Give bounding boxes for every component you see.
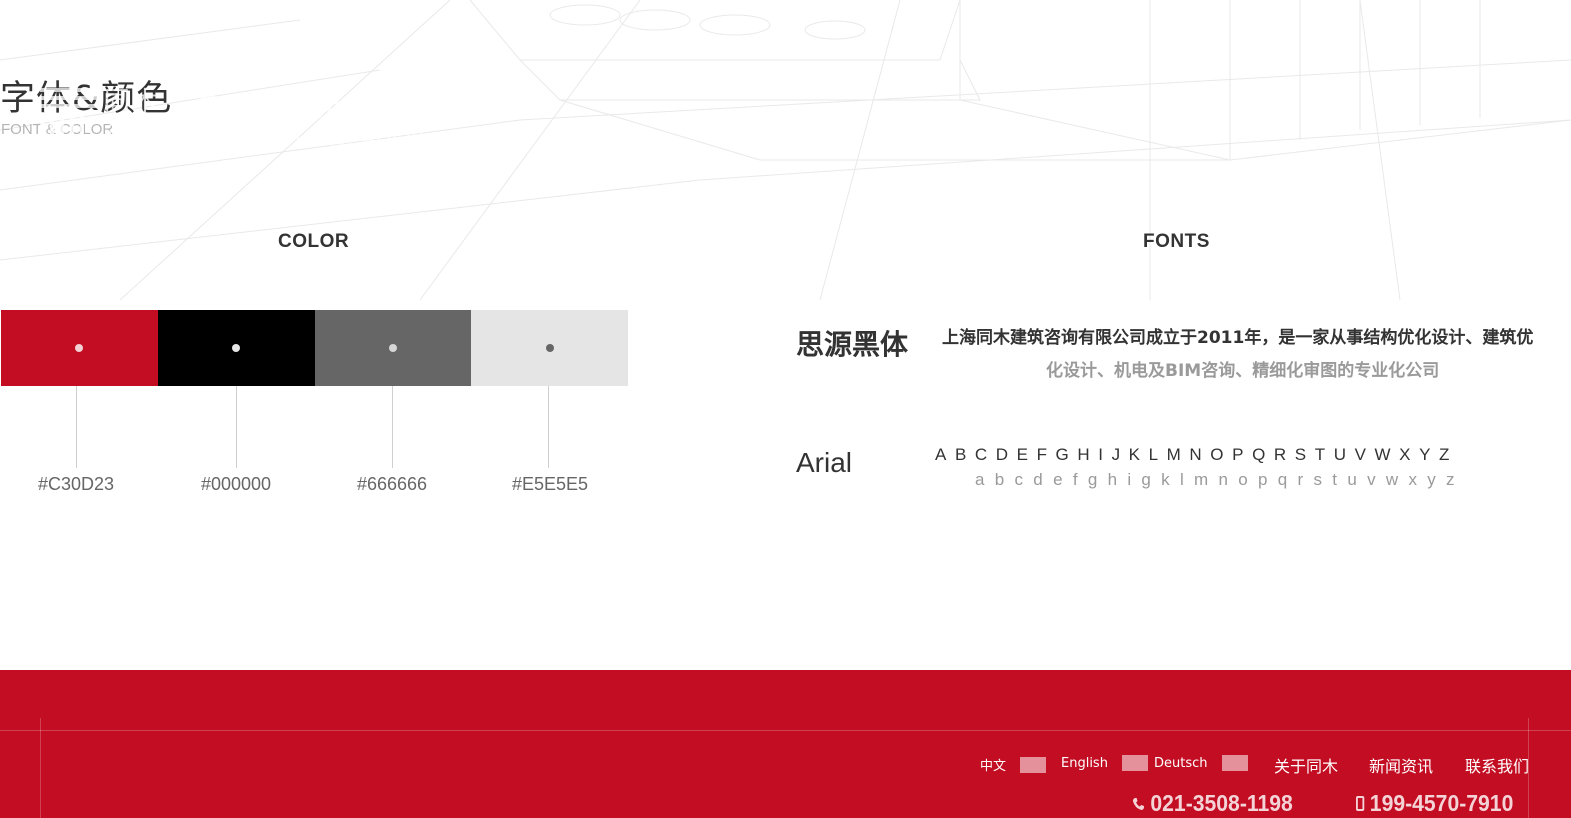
swatch-light-gray (471, 310, 628, 386)
phone-icon (1132, 797, 1144, 810)
nav-contact[interactable]: 联系我们 (1465, 753, 1529, 777)
flag-icon (1121, 755, 1148, 771)
language-german[interactable]: Deutsch (1154, 755, 1248, 771)
hex-code-light-gray: #E5E5E5 (511, 474, 589, 494)
clock-icon (198, 132, 216, 150)
slogan-rest: 博士后团队 (348, 93, 474, 122)
language-english[interactable]: English (1061, 755, 1148, 771)
hex-code-gray: #666666 (356, 474, 428, 494)
university-seal-icon (330, 131, 351, 151)
swatch-leader-line (76, 386, 77, 468)
swatch-leader-line (548, 386, 549, 468)
language-label[interactable]: 中文 (980, 755, 1006, 774)
cn-sample-line-2: 化设计、机电及BIM咨询、精细化审图的专业化公司 (1046, 361, 1440, 381)
swatch-black (157, 310, 315, 386)
hex-code-red: #C30D23 (37, 474, 115, 494)
fonts-heading: FONTS (1143, 231, 1210, 252)
footer-divider (0, 730, 1571, 731)
swatch-leader-line (236, 386, 237, 468)
flag-icon (1020, 756, 1047, 773)
company-logo-text: 同木咨询 (104, 87, 161, 145)
language-label[interactable]: Deutsch (1154, 756, 1208, 771)
company-logo-icon (40, 88, 100, 148)
language-chinese[interactable]: 中文 (980, 755, 1047, 774)
swatch-dot (75, 344, 84, 352)
color-heading: COLOR (278, 231, 350, 252)
nav-about[interactable]: 关于同木 (1274, 753, 1338, 777)
footer (0, 670, 1571, 818)
phone-number[interactable]: 021-3508-1198 (1132, 790, 1293, 817)
swatch-dot (232, 344, 241, 352)
mobile-number[interactable]: 199-4570-7910 (1356, 790, 1513, 817)
origin-text: 源自同济土木 (356, 132, 465, 153)
en-font-name: Arial (796, 447, 853, 478)
hex-code-black: #000000 (200, 474, 272, 494)
cn-sample-line-1: 上海同木建筑咨询有限公司成立于2011年，是一家从事结构优化设计、建筑优 (942, 328, 1534, 348)
footer-slogan: 建筑成本优化博士后团队 (198, 88, 473, 124)
since-text: Since 2011 (222, 131, 313, 151)
nav-news[interactable]: 新闻资讯 (1369, 753, 1433, 777)
swatch-gray (314, 310, 472, 386)
mobile-phone-icon (1356, 796, 1365, 811)
language-label[interactable]: English (1061, 756, 1108, 771)
swatch-dot (545, 344, 554, 352)
lowercase-alphabet: abcdefghigklmnopqrstuvwxyz (975, 470, 1465, 489)
swatch-red (1, 310, 158, 386)
footer-guide-line (40, 718, 41, 818)
color-swatches (1, 310, 628, 386)
swatch-leader-line (392, 386, 393, 468)
footer-tagline: Since 2011 源自同济土木 (198, 128, 465, 154)
mobile-number-text[interactable]: 199-4570-7910 (1370, 790, 1514, 817)
flag-icon (1221, 755, 1248, 771)
uppercase-alphabet: ABCDEFGHIJKLMNOPQRSTUVWXYZ (935, 445, 1459, 464)
phone-number-text[interactable]: 021-3508-1198 (1150, 790, 1292, 817)
swatch-dot (388, 344, 397, 352)
slogan-bold: 建筑成本优化 (198, 93, 349, 122)
cn-font-name: 思源黑体 (796, 328, 909, 361)
